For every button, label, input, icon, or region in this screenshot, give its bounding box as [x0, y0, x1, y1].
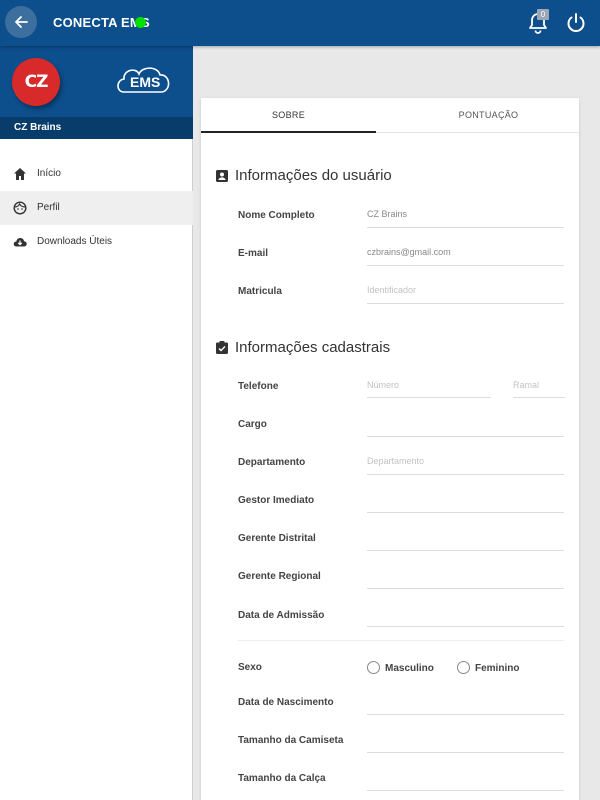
sidebar-item-inicio[interactable]: Início	[0, 157, 193, 191]
input-underline	[367, 474, 564, 475]
field-label-email: E-mail	[238, 248, 269, 259]
sidebar-item-label: Início	[37, 168, 61, 179]
profile-card: SOBRE PONTUAÇÃO Informações do usuário N…	[201, 98, 579, 800]
online-status-indicator	[135, 17, 146, 28]
arrow-left-icon	[15, 16, 28, 28]
gestor-imediato-input[interactable]	[367, 512, 564, 513]
user-name: CZ Brains	[14, 122, 62, 133]
sidebar-nav: Início Perfil Downloads Úteis	[0, 157, 193, 259]
user-name-strip: CZ Brains	[0, 117, 193, 139]
svg-text:EMS: EMS	[130, 74, 160, 90]
radio-label-feminino: Feminino	[475, 663, 520, 674]
input-underline	[367, 397, 491, 398]
field-label-sexo: Sexo	[238, 662, 262, 673]
cz-logo: CZ	[12, 58, 60, 106]
field-label-departamento: Departamento	[238, 457, 306, 468]
nome-completo-input[interactable]: CZ Brains	[367, 209, 407, 219]
data-admissao-input[interactable]	[367, 626, 564, 627]
ems-logo: EMS	[114, 62, 174, 105]
field-label-matricula: Matricula	[238, 286, 282, 297]
sidebar-item-label: Perfil	[37, 202, 60, 213]
radio-masculino[interactable]	[367, 661, 380, 674]
field-label-telefone: Telefone	[238, 381, 279, 392]
matricula-input[interactable]: Identificador	[367, 285, 416, 295]
input-underline	[367, 303, 564, 304]
sidebar-item-perfil[interactable]: Perfil	[0, 191, 193, 225]
sidebar: CZ EMS CZ Brains Início Perfil Downloads…	[0, 46, 193, 800]
sidebar-item-label: Downloads Úteis	[37, 236, 113, 247]
tab-pontuacao[interactable]: PONTUAÇÃO	[401, 98, 576, 133]
input-underline	[367, 227, 564, 228]
notification-count-badge: 0	[537, 9, 549, 20]
gerente-regional-input[interactable]	[367, 588, 564, 589]
section-divider	[238, 640, 564, 641]
input-underline	[513, 397, 565, 398]
home-icon	[14, 168, 26, 180]
field-label-cargo: Cargo	[238, 419, 267, 430]
telefone-numero-input[interactable]: Número	[367, 380, 399, 390]
sidebar-item-downloads[interactable]: Downloads Úteis	[0, 225, 193, 259]
tab-sobre[interactable]: SOBRE	[201, 98, 376, 133]
back-button[interactable]	[5, 6, 37, 38]
field-label-data-admissao: Data de Admissão	[238, 610, 325, 621]
field-label-tamanho-calca: Tamanho da Calça	[238, 773, 326, 784]
data-nascimento-input[interactable]	[367, 714, 564, 715]
gerente-distrital-input[interactable]	[367, 550, 564, 551]
radio-feminino[interactable]	[457, 661, 470, 674]
account-box-icon	[216, 169, 228, 182]
clipboard-check-icon	[216, 341, 228, 354]
top-app-bar: CONECTA EMS 0	[0, 0, 600, 46]
field-label-gerente-distrital: Gerente Distrital	[238, 533, 316, 544]
field-label-data-nascimento: Data de Nascimento	[238, 697, 334, 708]
sidebar-header: CZ EMS CZ Brains	[0, 46, 193, 139]
field-label-nome-completo: Nome Completo	[238, 210, 315, 221]
section-title-user-info: Informações do usuário	[216, 167, 392, 184]
cargo-input[interactable]	[367, 436, 564, 437]
face-icon	[13, 201, 27, 215]
telefone-ramal-input[interactable]: Ramal	[513, 380, 539, 390]
power-icon[interactable]	[565, 12, 587, 34]
field-label-gerente-regional: Gerente Regional	[238, 571, 321, 582]
departamento-input[interactable]: Departamento	[367, 456, 424, 466]
section-title-registration: Informações cadastrais	[216, 339, 390, 356]
email-input[interactable]: czbrains@gmail.com	[367, 247, 451, 257]
tamanho-camiseta-input[interactable]	[367, 752, 564, 753]
field-label-tamanho-camiseta: Tamanho da Camiseta	[238, 735, 344, 746]
tamanho-calca-input[interactable]	[367, 790, 564, 791]
input-underline	[367, 265, 564, 266]
field-label-gestor-imediato: Gestor Imediato	[238, 495, 315, 506]
radio-label-masculino: Masculino	[385, 663, 434, 674]
cloud-download-icon	[13, 238, 27, 247]
tab-bar: SOBRE PONTUAÇÃO	[201, 98, 579, 133]
